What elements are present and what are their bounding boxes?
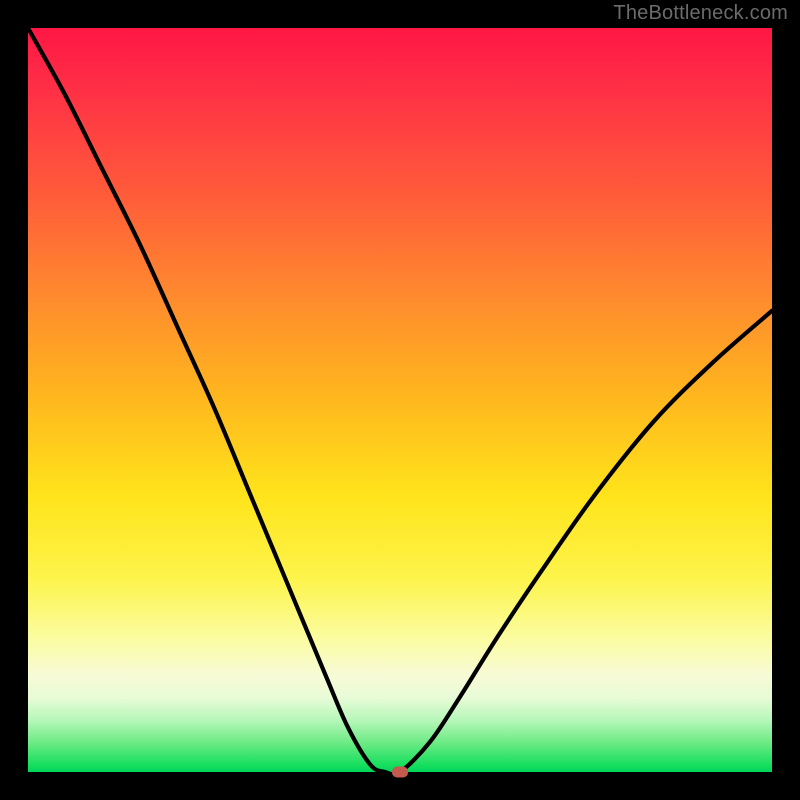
min-marker <box>392 767 408 778</box>
chart-frame: TheBottleneck.com <box>0 0 800 800</box>
watermark-label: TheBottleneck.com <box>613 2 788 25</box>
curve-svg <box>28 28 772 772</box>
bottleneck-curve <box>28 28 772 772</box>
plot-area <box>28 28 772 772</box>
